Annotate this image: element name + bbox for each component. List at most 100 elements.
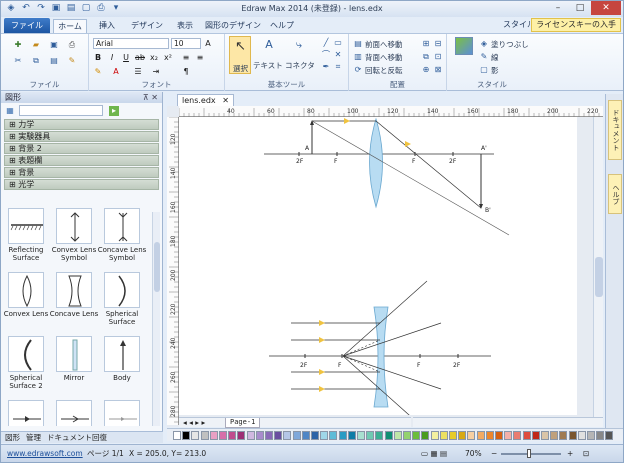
canvas-horizontal-scrollbar[interactable]: [413, 417, 603, 427]
color-swatch[interactable]: [513, 431, 522, 440]
color-swatch[interactable]: [495, 431, 503, 440]
close-button[interactable]: ✕: [591, 1, 621, 15]
size-icon[interactable]: ⊡: [433, 52, 443, 62]
shapes-scrollbar[interactable]: [152, 212, 160, 426]
font-name-select[interactable]: Arial: [93, 38, 169, 49]
tab-diagram-design[interactable]: 図形のデザイン: [205, 19, 261, 33]
cut-icon[interactable]: ✂: [13, 56, 23, 66]
color-swatch[interactable]: [209, 431, 218, 440]
color-swatch[interactable]: [485, 431, 494, 440]
category-header[interactable]: ⊞ 背景 2: [4, 143, 159, 154]
color-swatch[interactable]: [439, 431, 448, 440]
protect-icon[interactable]: ⊠: [433, 65, 443, 75]
document-tab[interactable]: lens.edx ✕: [177, 94, 234, 106]
paragraph-icon[interactable]: ¶: [181, 67, 191, 77]
shape-item[interactable]: Body: [99, 336, 145, 398]
tab-help[interactable]: ヘルプ: [267, 19, 297, 33]
scroll-thumb[interactable]: [154, 242, 160, 292]
rotate-flip-icon[interactable]: ⟳: [353, 65, 363, 75]
text-tool-label[interactable]: テキスト: [253, 60, 283, 71]
color-swatch[interactable]: [246, 431, 255, 440]
color-swatch[interactable]: [421, 431, 430, 440]
color-swatch[interactable]: [541, 431, 549, 440]
color-swatch[interactable]: [596, 431, 605, 440]
zoom-slider[interactable]: [501, 453, 561, 455]
color-swatch[interactable]: [504, 431, 513, 440]
shape-item[interactable]: [51, 400, 97, 426]
center-icon[interactable]: ⊕: [421, 65, 431, 75]
distribute-icon[interactable]: ⊟: [433, 39, 443, 49]
fill-label[interactable]: 塗りつぶし: [491, 39, 529, 50]
category-header[interactable]: ⊞ 光学: [4, 179, 159, 190]
text-tool-icon[interactable]: A: [261, 39, 277, 54]
superscript-icon[interactable]: x²: [163, 53, 173, 63]
maximize-button[interactable]: □: [569, 1, 591, 15]
shape-item[interactable]: Spherical Surface 2: [3, 336, 49, 398]
new-doc-icon[interactable]: ✚: [13, 40, 23, 50]
zoom-slider-thumb[interactable]: [527, 449, 531, 458]
color-swatch[interactable]: [476, 431, 485, 440]
color-swatch[interactable]: [357, 431, 365, 440]
color-swatch[interactable]: [458, 431, 467, 440]
color-swatch[interactable]: [301, 431, 310, 440]
color-swatch[interactable]: [531, 431, 540, 440]
grow-font-icon[interactable]: A: [203, 39, 213, 49]
pin-icon[interactable]: ⊼ ✕: [143, 92, 158, 103]
tab-home[interactable]: ホーム: [53, 19, 87, 33]
underline-icon[interactable]: U: [121, 53, 131, 63]
color-swatch[interactable]: [191, 431, 200, 440]
connector-tool-label[interactable]: コネクタ: [285, 60, 315, 71]
tab-view[interactable]: 表示: [171, 19, 199, 33]
shape-item[interactable]: Concave Lens: [50, 272, 98, 334]
color-swatch[interactable]: [320, 431, 329, 440]
bottom-tab-recovery[interactable]: ドキュメント回復: [47, 432, 107, 443]
style-gallery-icon[interactable]: [455, 37, 473, 55]
shadow-icon[interactable]: ▢: [479, 65, 489, 75]
bring-front-label[interactable]: 前面へ移動: [365, 39, 403, 50]
align-icon[interactable]: ⊞: [421, 39, 431, 49]
category-header[interactable]: ⊞ 実験器具: [4, 131, 159, 142]
send-back-icon[interactable]: ▥: [353, 52, 363, 62]
shape-search-input[interactable]: [19, 105, 103, 116]
color-swatch[interactable]: [605, 431, 614, 440]
close-doc-icon[interactable]: ✕: [222, 96, 229, 105]
color-swatch[interactable]: [347, 431, 356, 440]
fill-icon[interactable]: ◈: [479, 39, 489, 49]
right-tab-document[interactable]: ドキュメント: [608, 100, 622, 160]
bring-front-icon[interactable]: ▤: [353, 39, 363, 49]
send-back-label[interactable]: 背面へ移動: [365, 52, 403, 63]
line-tool-icon[interactable]: ╱: [321, 38, 331, 48]
search-go-icon[interactable]: ▸: [109, 106, 119, 116]
font-color-icon[interactable]: A: [111, 67, 121, 77]
bullets-icon[interactable]: ☰: [133, 67, 143, 77]
view-mode-icons[interactable]: ▭ ▦ ▤: [421, 445, 447, 462]
font-size-select[interactable]: 10: [171, 38, 201, 49]
category-header[interactable]: ⊞ 力学: [4, 119, 159, 130]
shape-item[interactable]: Concave Lens Symbol: [98, 208, 146, 270]
zoom-out-icon[interactable]: −: [491, 445, 497, 462]
color-swatch[interactable]: [200, 431, 209, 440]
tab-insert[interactable]: 挿入: [93, 19, 121, 33]
shape-item[interactable]: Spherical Surface: [99, 272, 145, 334]
color-swatch[interactable]: [568, 431, 577, 440]
highlight-icon[interactable]: ✎: [93, 67, 103, 77]
bottom-tab-shapes[interactable]: 図形: [5, 432, 20, 443]
page-nav-icons[interactable]: ◂ ◂ ▸ ▸: [183, 418, 205, 427]
minimize-button[interactable]: –: [547, 1, 569, 15]
copy-icon[interactable]: ⧉: [31, 56, 41, 66]
crop-tool-icon[interactable]: ⌗: [333, 62, 343, 72]
color-swatch[interactable]: [219, 431, 227, 440]
color-swatch[interactable]: [265, 431, 273, 440]
select-tool-button[interactable]: ↖ 選択: [229, 36, 251, 74]
page-tab[interactable]: Page-1: [225, 418, 261, 428]
shape-item[interactable]: Reflecting Surface: [3, 208, 49, 270]
color-swatch[interactable]: [559, 431, 568, 440]
fit-page-icon[interactable]: ⊡: [583, 445, 589, 462]
color-swatch[interactable]: [329, 431, 338, 440]
indent-icon[interactable]: ⇥: [151, 67, 161, 77]
zoom-in-icon[interactable]: +: [567, 445, 573, 462]
shape-item[interactable]: [3, 400, 49, 426]
shape-item[interactable]: Convex Lens Symbol: [51, 208, 97, 270]
rotate-flip-label[interactable]: 回転と反転: [365, 65, 403, 76]
color-swatch[interactable]: [173, 431, 181, 440]
